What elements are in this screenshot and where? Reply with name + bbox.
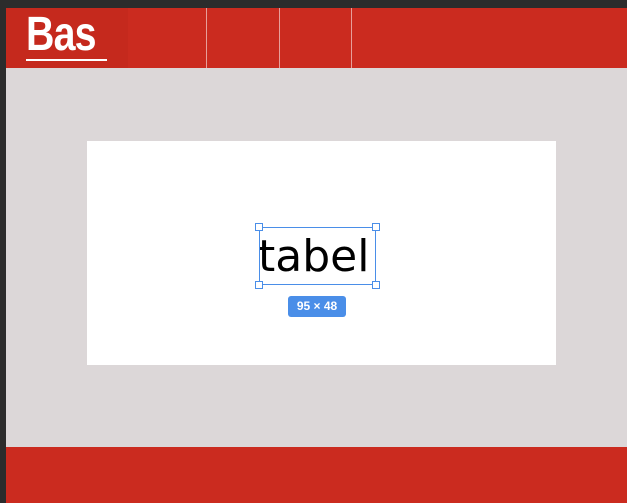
resize-handle-bottom-right[interactable] (372, 281, 380, 289)
app-chrome-top (0, 0, 627, 8)
content-card: tabel 95 × 48 (87, 141, 556, 365)
selected-text-layer[interactable]: tabel (258, 230, 369, 284)
resize-handle-top-right[interactable] (372, 223, 380, 231)
logo[interactable]: Bas (6, 8, 128, 68)
nav-divider (279, 8, 280, 68)
logo-text: Bas (26, 8, 97, 61)
dimension-badge: 95 × 48 (288, 296, 346, 317)
nav-divider (206, 8, 207, 68)
logo-underline (26, 59, 107, 61)
footer-bar (6, 447, 627, 503)
header-bar: Bas (6, 8, 627, 68)
canvas-frame[interactable]: Bas tabel 95 × 48 (6, 8, 627, 503)
nav-divider (351, 8, 352, 68)
